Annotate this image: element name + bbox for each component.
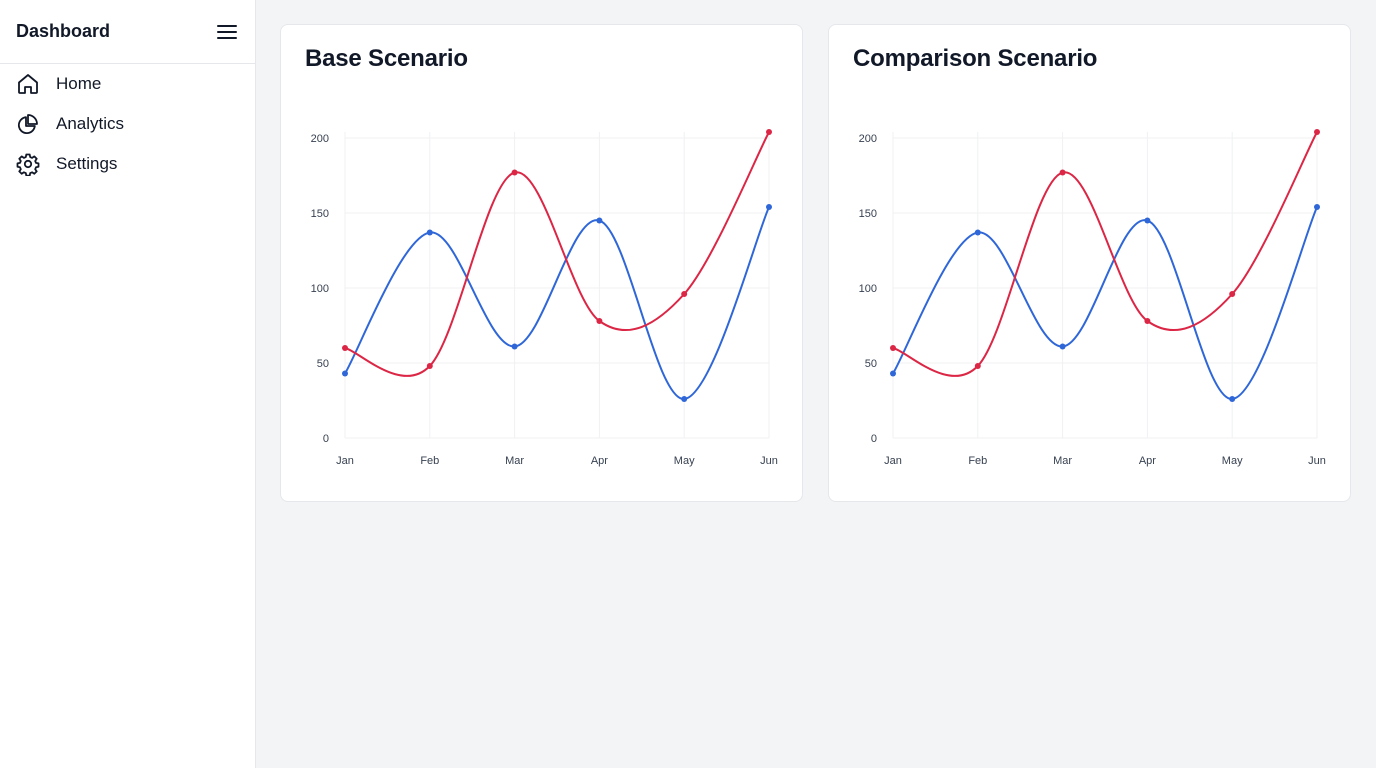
data-point [1314, 129, 1320, 135]
x-tick-label: Feb [420, 455, 439, 467]
x-tick-label: Jun [760, 455, 778, 467]
data-point [681, 396, 688, 402]
y-tick-label: 0 [871, 433, 877, 445]
sidebar-item-home[interactable]: Home [0, 64, 255, 104]
data-point [426, 363, 433, 369]
line-chart-comparison: 0 50 100 150 200 Jan Feb Mar Apr May Jun [859, 129, 1326, 467]
sidebar-item-label: Settings [56, 154, 118, 173]
x-tick-label: Jan [884, 455, 902, 467]
data-point [974, 363, 981, 369]
data-point [1229, 291, 1236, 297]
x-tick-label: Mar [505, 455, 524, 467]
data-point [511, 169, 518, 176]
data-point [681, 291, 688, 297]
gear-icon [16, 152, 40, 176]
x-tick-label: May [674, 455, 695, 467]
data-point [342, 345, 348, 351]
x-tick-label: Feb [968, 455, 987, 467]
y-tick-label: 50 [317, 358, 329, 370]
chart-card-comparison: Comparison Scenario 0 50 100 150 200 Jan Feb Ma… [828, 24, 1351, 502]
data-point [511, 343, 518, 350]
data-point [1059, 343, 1066, 350]
data-point [1314, 204, 1320, 210]
sidebar: Dashboard Home Analytics Settings [0, 0, 256, 768]
x-tick-label: Apr [1139, 455, 1156, 467]
data-point [974, 229, 981, 236]
data-point [1144, 318, 1151, 324]
y-tick-label: 200 [311, 133, 329, 145]
sidebar-item-settings[interactable]: Settings [0, 144, 255, 184]
series-line [344, 131, 770, 377]
y-tick-label: 100 [859, 283, 877, 295]
data-point [596, 217, 603, 224]
y-tick-label: 50 [865, 358, 877, 370]
app-title: Dashboard [16, 21, 111, 41]
hamburger-menu-icon[interactable] [215, 20, 239, 44]
data-point [426, 229, 433, 236]
y-tick-label: 100 [311, 283, 329, 295]
data-point [766, 204, 772, 210]
x-tick-label: May [1222, 455, 1243, 467]
x-tick-label: Jan [336, 455, 354, 467]
data-point [766, 129, 772, 135]
chart-card-base: Base Scenario 0 50 100 150 200 Jan Feb Mar Apr Ma… [280, 24, 803, 502]
x-tick-label: Jun [1308, 455, 1326, 467]
y-tick-label: 150 [859, 208, 877, 220]
y-tick-label: 200 [859, 133, 877, 145]
x-tick-label: Apr [591, 455, 608, 467]
x-tick-label: Mar [1053, 455, 1072, 467]
sidebar-item-label: Analytics [56, 114, 125, 133]
data-point [1229, 396, 1236, 402]
data-point [1059, 169, 1066, 176]
sidebar-item-label: Home [56, 74, 102, 93]
y-tick-label: 150 [311, 208, 329, 220]
data-point [596, 318, 603, 324]
sidebar-nav: Home Analytics Settings [0, 64, 255, 184]
data-point [342, 370, 348, 377]
series-line [892, 131, 1318, 377]
data-point [890, 370, 896, 377]
line-chart-base: 0 50 100 150 200 Jan Feb Mar Apr May Jun [311, 129, 778, 467]
data-point [1144, 217, 1151, 224]
pie-chart-icon [16, 112, 40, 136]
data-point [890, 345, 896, 351]
sidebar-item-analytics[interactable]: Analytics [0, 104, 255, 144]
y-tick-label: 0 [323, 433, 329, 445]
sidebar-header: Dashboard [0, 0, 255, 64]
home-icon [16, 72, 40, 96]
